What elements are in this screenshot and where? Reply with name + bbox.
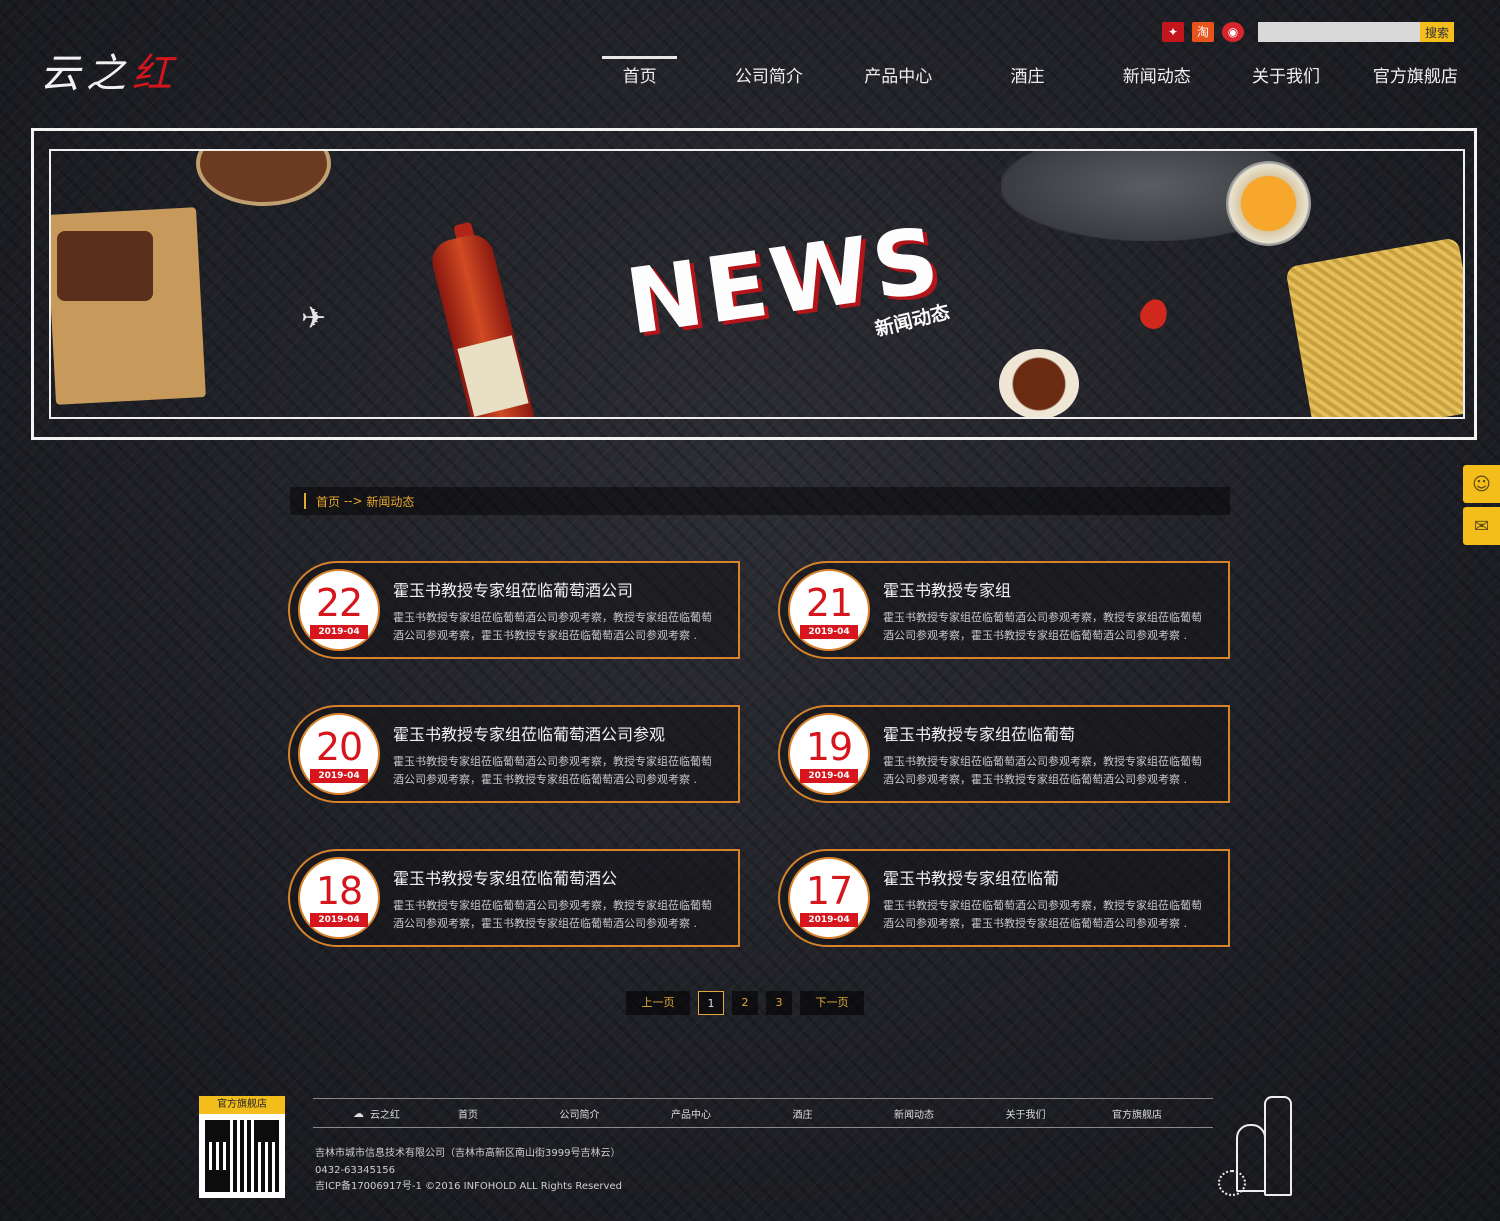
nav-item-news[interactable]: 新闻动态 [1092, 56, 1221, 96]
pagination: 上一页 1 2 3 下一页 [626, 991, 864, 1015]
banner-inner-frame: ✈ NEWS 新闻动态 [49, 149, 1465, 419]
news-day: 17 [805, 869, 853, 913]
qr-code-image [199, 1114, 285, 1198]
breadcrumb-separator: --> [340, 494, 367, 508]
news-date-badge: 20 2019-04 [298, 713, 380, 795]
news-date-badge: 17 2019-04 [788, 857, 870, 939]
news-item[interactable]: 20 2019-04 霍玉书教授专家组莅临葡萄酒公司参观 霍玉书教授专家组莅临葡… [288, 705, 740, 805]
prev-page-button[interactable]: 上一页 [626, 991, 690, 1015]
nav-item-products[interactable]: 产品中心 [834, 56, 963, 96]
news-summary: 霍玉书教授专家组莅临葡萄酒公司参观考察，教授专家组莅临葡萄酒公司参观考察，霍玉书… [883, 755, 1202, 786]
news-item[interactable]: 17 2019-04 霍玉书教授专家组莅临葡 霍玉书教授专家组莅临葡萄酒公司参观… [778, 849, 1230, 949]
search-input[interactable] [1258, 22, 1420, 42]
news-summary: 霍玉书教授专家组莅临葡萄酒公司参观考察，教授专家组莅临葡萄酒公司参观考察，霍玉书… [393, 899, 712, 930]
news-summary: 霍玉书教授专家组莅临葡萄酒公司参观考察，教授专家组莅临葡萄酒公司参观考察，霍玉书… [883, 899, 1202, 930]
news-item[interactable]: 21 2019-04 霍玉书教授专家组 霍玉书教授专家组莅临葡萄酒公司参观考察，… [778, 561, 1230, 661]
tea-cup-image [1226, 161, 1311, 246]
cloud-icon: ☁ [353, 1106, 364, 1120]
news-day: 19 [805, 725, 853, 769]
footer-nav-about-us[interactable]: 关于我们 [954, 1106, 1097, 1121]
nav-item-winery[interactable]: 酒庄 [963, 56, 1092, 96]
nav-item-about-company[interactable]: 公司简介 [704, 56, 833, 96]
page-1-button[interactable]: 1 [698, 991, 724, 1015]
news-date-badge: 18 2019-04 [298, 857, 380, 939]
news-title[interactable]: 霍玉书教授专家组莅临葡萄 [883, 721, 1213, 745]
news-date-badge: 19 2019-04 [788, 713, 870, 795]
footer-info: 吉林市城市信息技术有限公司（吉林市高新区南山街3999号吉林云） 0432-63… [315, 1146, 622, 1196]
footer-nav-about-company[interactable]: 公司简介 [508, 1106, 651, 1121]
news-year-month: 2019-04 [800, 913, 858, 927]
logo[interactable]: 云之红 [40, 44, 220, 97]
search-button[interactable]: 搜索 [1420, 22, 1454, 42]
side-float-bar: ☺ ✉ [1463, 465, 1500, 549]
wine-bottles-icon [1218, 1096, 1298, 1200]
news-summary: 霍玉书教授专家组莅临葡萄酒公司参观考察，教授专家组莅临葡萄酒公司参观考察，霍玉书… [393, 611, 712, 642]
footer-nav-brand: 云之红 [370, 1109, 400, 1121]
news-day: 18 [315, 869, 363, 913]
footer-nav-logo[interactable]: ☁ 云之红 [313, 1106, 428, 1121]
bowl-image [196, 151, 331, 206]
news-banner: ✈ NEWS 新闻动态 [31, 128, 1477, 440]
footer-phone: 0432-63345156 [315, 1164, 395, 1176]
search-bar: 搜索 [1258, 22, 1454, 42]
nav-item-flagship-store[interactable]: 官方旗舰店 [1351, 56, 1480, 96]
news-day: 21 [805, 581, 853, 625]
sauce-cup-image [999, 349, 1079, 417]
page-2-button[interactable]: 2 [732, 991, 758, 1015]
nav-item-home[interactable]: 首页 [575, 56, 704, 96]
weibo-icon[interactable]: ◉ [1222, 22, 1244, 42]
strawberry-image [1136, 295, 1172, 333]
next-page-button[interactable]: 下一页 [800, 991, 864, 1015]
news-year-month: 2019-04 [310, 913, 368, 927]
news-year-month: 2019-04 [800, 625, 858, 639]
footer-nav: ☁ 云之红 首页 公司简介 产品中心 酒庄 新闻动态 关于我们 官方旗舰店 [313, 1098, 1213, 1128]
social-icons: ✦ 淘 ◉ [1162, 22, 1244, 42]
news-title[interactable]: 霍玉书教授专家组莅临葡萄酒公 [393, 865, 723, 889]
qr-label: 官方旗舰店 [199, 1096, 285, 1114]
news-day: 22 [315, 581, 363, 625]
news-summary: 霍玉书教授专家组莅临葡萄酒公司参观考察，教授专家组莅临葡萄酒公司参观考察，霍玉书… [393, 755, 712, 786]
main-nav: 首页 公司简介 产品中心 酒庄 新闻动态 关于我们 官方旗舰店 [575, 56, 1480, 96]
news-date-badge: 21 2019-04 [788, 569, 870, 651]
footer-nav-products[interactable]: 产品中心 [651, 1106, 731, 1121]
cake-image [57, 231, 153, 301]
news-item[interactable]: 18 2019-04 霍玉书教授专家组莅临葡萄酒公 霍玉书教授专家组莅临葡萄酒公… [288, 849, 740, 949]
footer-nav-winery[interactable]: 酒庄 [731, 1106, 874, 1121]
breadcrumb: 首页 --> 新闻动态 [290, 487, 1230, 515]
footer-copyright: 吉ICP备17006917号-1 ©2016 INFOHOLD ALL Righ… [315, 1181, 622, 1192]
mesh-cloth-image [1285, 237, 1463, 417]
qr-code-block: 官方旗舰店 [199, 1096, 285, 1198]
page-3-button[interactable]: 3 [766, 991, 792, 1015]
news-title[interactable]: 霍玉书教授专家组莅临葡萄酒公司参观 [393, 721, 723, 745]
breadcrumb-home[interactable]: 首页 [316, 493, 340, 510]
news-summary: 霍玉书教授专家组莅临葡萄酒公司参观考察，教授专家组莅临葡萄酒公司参观考察，霍玉书… [883, 611, 1202, 642]
news-day: 20 [315, 725, 363, 769]
footer-nav-home[interactable]: 首页 [428, 1106, 508, 1121]
news-title[interactable]: 霍玉书教授专家组 [883, 577, 1213, 601]
news-year-month: 2019-04 [310, 625, 368, 639]
footer-company: 吉林市城市信息技术有限公司（吉林市高新区南山街3999号吉林云） [315, 1148, 621, 1159]
user-service-icon[interactable]: ☺ [1463, 465, 1500, 503]
taobao-icon[interactable]: 淘 [1192, 22, 1214, 42]
news-year-month: 2019-04 [310, 769, 368, 783]
footer-nav-flagship-store[interactable]: 官方旗舰店 [1097, 1106, 1177, 1121]
weibo-red-icon[interactable]: ✦ [1162, 22, 1184, 42]
nav-item-about-us[interactable]: 关于我们 [1221, 56, 1350, 96]
breadcrumb-marker [304, 493, 306, 509]
news-title[interactable]: 霍玉书教授专家组莅临葡 [883, 865, 1213, 889]
news-title[interactable]: 霍玉书教授专家组莅临葡萄酒公司 [393, 577, 723, 601]
news-item[interactable]: 19 2019-04 霍玉书教授专家组莅临葡萄 霍玉书教授专家组莅临葡萄酒公司参… [778, 705, 1230, 805]
news-item[interactable]: 22 2019-04 霍玉书教授专家组莅临葡萄酒公司 霍玉书教授专家组莅临葡萄酒… [288, 561, 740, 661]
chat-icon[interactable]: ✉ [1463, 507, 1500, 545]
paper-plane-icon: ✈ [301, 301, 327, 336]
news-year-month: 2019-04 [800, 769, 858, 783]
breadcrumb-current: 新闻动态 [366, 494, 415, 509]
footer-nav-news[interactable]: 新闻动态 [874, 1106, 954, 1121]
news-date-badge: 22 2019-04 [298, 569, 380, 651]
logo-text: 云之红 [40, 51, 178, 97]
